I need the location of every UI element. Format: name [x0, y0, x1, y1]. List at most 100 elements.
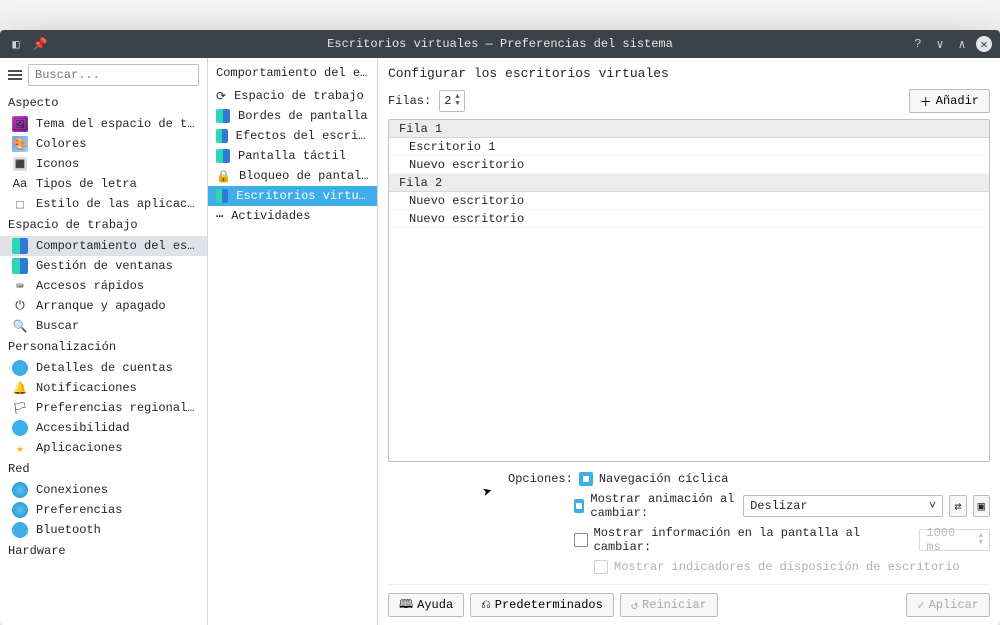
- defaults-button[interactable]: ⎌ Predeterminados: [470, 593, 614, 617]
- window-title: Escritorios virtuales — Preferencias del…: [327, 37, 673, 51]
- search-input[interactable]: [28, 64, 199, 86]
- wrap-label: Navegación cíclica: [599, 472, 729, 486]
- pin-icon[interactable]: 📌: [32, 36, 48, 52]
- table-row[interactable]: Nuevo escritorio: [389, 192, 989, 210]
- sidebar-item[interactable]: 🔔 Notificaciones: [0, 378, 207, 398]
- sidebar-item[interactable]: ★Aplicaciones: [0, 438, 207, 458]
- main-panel: Configurar los escritorios virtuales Fil…: [378, 58, 1000, 625]
- maximize-icon[interactable]: ∧: [954, 36, 970, 52]
- sidebar-item[interactable]: Gestión de ventanas: [0, 256, 207, 276]
- osd-duration-spinbox: 1000 ms ▲▼: [919, 529, 990, 551]
- sidebar-item[interactable]: ⌨Accesos rápidos: [0, 276, 207, 296]
- sidebar-item-label: Detalles de cuentas: [36, 361, 173, 375]
- subcategory-item-label: Bordes de pantalla: [238, 109, 368, 123]
- sidebar-section-header: Hardware: [0, 540, 207, 562]
- subcategory-item-icon: 🔒: [216, 169, 231, 184]
- subcategory-item[interactable]: ⋯ Actividades: [208, 206, 377, 226]
- sidebar-item[interactable]: Accesibilidad: [0, 418, 207, 438]
- sidebar-categories: Aspecto🖼Tema del espacio de tra…🎨Colores…: [0, 58, 208, 625]
- subcategory-item-label: Espacio de trabajo: [234, 89, 364, 103]
- sidebar-item[interactable]: 🔍 Buscar: [0, 316, 207, 336]
- table-row[interactable]: Escritorio 1: [389, 138, 989, 156]
- subcategory-item-label: Bloqueo de pantalla: [239, 169, 369, 183]
- indicators-label: Mostrar indicadores de disposición de es…: [614, 560, 960, 574]
- sidebar-item-label: Gestión de ventanas: [36, 259, 173, 273]
- app-menu-icon[interactable]: ◧: [8, 36, 24, 52]
- sidebar-item-icon: ⏻: [12, 298, 28, 314]
- indicators-checkbox: [594, 560, 608, 574]
- rows-label: Filas:: [388, 94, 431, 108]
- sidebar-item-label: Notificaciones: [36, 381, 137, 395]
- help-button[interactable]: 🕮 Ayuda: [388, 593, 464, 617]
- sidebar-item-icon: 🎨: [12, 136, 28, 152]
- subcategory-item[interactable]: 🔒 Bloqueo de pantalla: [208, 166, 377, 186]
- sidebar-item[interactable]: AaTipos de letra: [0, 174, 207, 194]
- subcategory-item-icon: [216, 129, 228, 143]
- titlebar: ◧ 📌 Escritorios virtuales — Preferencias…: [0, 30, 1000, 58]
- subcategory-item-label: Efectos del escritorio: [236, 129, 369, 143]
- sidebar-item[interactable]: Conexiones: [0, 480, 207, 500]
- table-group-header: Fila 2: [389, 174, 989, 192]
- sidebar-item[interactable]: 🏳 Preferencias regionales: [0, 398, 207, 418]
- subcategory-item[interactable]: Escritorios virtuales: [208, 186, 377, 206]
- sidebar-item[interactable]: Bluetooth: [0, 520, 207, 540]
- sidebar-item-icon: 🔍: [12, 318, 28, 334]
- subcategory-item-label: Actividades: [231, 209, 310, 223]
- rows-spinbox[interactable]: 2 ▲▼: [439, 90, 464, 112]
- subcategory-item[interactable]: Bordes de pantalla: [208, 106, 377, 126]
- wrap-checkbox[interactable]: [579, 472, 593, 486]
- page-title: Configurar los escritorios virtuales: [388, 66, 990, 81]
- sidebar-item-icon: 🖼: [12, 116, 28, 132]
- anim-swap-button[interactable]: ⇄: [949, 495, 966, 517]
- chevron-down-icon: ˅: [929, 499, 936, 513]
- sidebar-item-icon: ★: [12, 440, 28, 456]
- sidebar-item[interactable]: 🎨 Colores: [0, 134, 207, 154]
- hamburger-icon[interactable]: [8, 70, 22, 80]
- subcategory-item[interactable]: Pantalla táctil: [208, 146, 377, 166]
- sidebar-item[interactable]: Detalles de cuentas: [0, 358, 207, 378]
- table-row[interactable]: Nuevo escritorio: [389, 210, 989, 228]
- desktops-table[interactable]: Fila 1Escritorio 1Nuevo escritorioFila 2…: [388, 119, 990, 462]
- sidebar-item[interactable]: Preferencias: [0, 500, 207, 520]
- sidebar-section-header: Personalización: [0, 336, 207, 358]
- sidebar-item-label: Tipos de letra: [36, 177, 137, 191]
- sidebar-item-icon: ⬚: [12, 196, 28, 212]
- anim-checkbox[interactable]: [574, 499, 584, 513]
- osd-checkbox[interactable]: [574, 533, 588, 547]
- sidebar-item[interactable]: 🔳 Iconos: [0, 154, 207, 174]
- sidebar-item-label: Arranque y apagado: [36, 299, 166, 313]
- sidebar-item-icon: 🔳: [12, 156, 28, 172]
- sidebar-item-label: Buscar: [36, 319, 79, 333]
- sidebar-item[interactable]: 🖼Tema del espacio de tra…: [0, 114, 207, 134]
- sidebar-item[interactable]: Comportamiento del escr…: [0, 236, 207, 256]
- sidebar-item-icon: [12, 420, 28, 436]
- sidebar-item-icon: 🔔: [12, 380, 28, 396]
- sidebar-item[interactable]: ⬚Estilo de las aplicacio…: [0, 194, 207, 214]
- sidebar-item-label: Bluetooth: [36, 523, 101, 537]
- subcategory-item[interactable]: ⟳Espacio de trabajo: [208, 86, 377, 106]
- sidebar-item[interactable]: ⏻ Arranque y apagado: [0, 296, 207, 316]
- sidebar-item-icon: 🏳: [12, 400, 28, 416]
- subcategory-item-icon: ⋯: [216, 209, 223, 224]
- subcategory-item-icon: [216, 149, 230, 163]
- osd-label: Mostrar información en la pantalla al ca…: [594, 526, 914, 554]
- sidebar-item-icon: [12, 502, 28, 518]
- add-button[interactable]: ＋ Añadir: [909, 89, 990, 113]
- subcategory-item-icon: [216, 109, 230, 123]
- sidebar-section-header: Espacio de trabajo: [0, 214, 207, 236]
- subcategory-item[interactable]: Efectos del escritorio: [208, 126, 377, 146]
- sidebar-item-icon: [12, 258, 28, 274]
- anim-config-button[interactable]: ▣: [973, 495, 990, 517]
- sidebar-item-label: Accesos rápidos: [36, 279, 144, 293]
- sidebar-item-label: Iconos: [36, 157, 79, 171]
- close-icon[interactable]: ✕: [976, 36, 992, 52]
- sidebar-item-label: Preferencias: [36, 503, 122, 517]
- table-row[interactable]: Nuevo escritorio: [389, 156, 989, 174]
- reset-button: ↺ Reiniciar: [620, 593, 718, 617]
- sidebar-item-label: Accesibilidad: [36, 421, 130, 435]
- sidebar-item-label: Preferencias regionales: [36, 401, 199, 415]
- anim-select[interactable]: Deslizar˅: [743, 495, 943, 517]
- help-icon[interactable]: ?: [910, 36, 926, 52]
- minimize-icon[interactable]: ∨: [932, 36, 948, 52]
- sidebar-item-label: Colores: [36, 137, 86, 151]
